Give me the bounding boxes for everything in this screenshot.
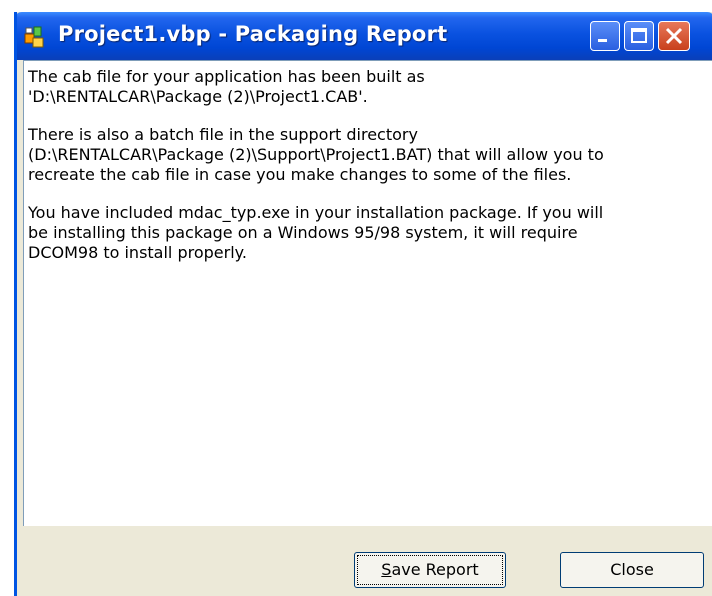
window-title: Project1.vbp - Packaging Report <box>58 22 448 46</box>
close-icon <box>665 27 683 45</box>
minimize-icon <box>598 39 607 42</box>
report-paragraph: You have included mdac_typ.exe in your i… <box>28 203 604 262</box>
save-report-button[interactable]: Save Report <box>354 552 506 588</box>
report-paragraph: The cab file for your application has be… <box>28 67 425 106</box>
title-bar[interactable]: Project1.vbp - Packaging Report <box>17 12 712 60</box>
vb-project-icon <box>24 25 48 49</box>
save-mnemonic: S <box>381 560 392 579</box>
close-window-button[interactable] <box>658 21 690 51</box>
minimize-button[interactable] <box>590 21 620 51</box>
maximize-button[interactable] <box>624 21 654 51</box>
report-paragraph: There is also a batch file in the suppor… <box>28 125 604 184</box>
report-text-area[interactable]: The cab file for your application has be… <box>23 60 712 526</box>
close-button[interactable]: Close <box>560 552 704 588</box>
packaging-report-window: Project1.vbp - Packaging Report The cab … <box>14 12 712 596</box>
maximize-icon <box>631 28 647 43</box>
save-label: ave Report <box>391 560 479 579</box>
